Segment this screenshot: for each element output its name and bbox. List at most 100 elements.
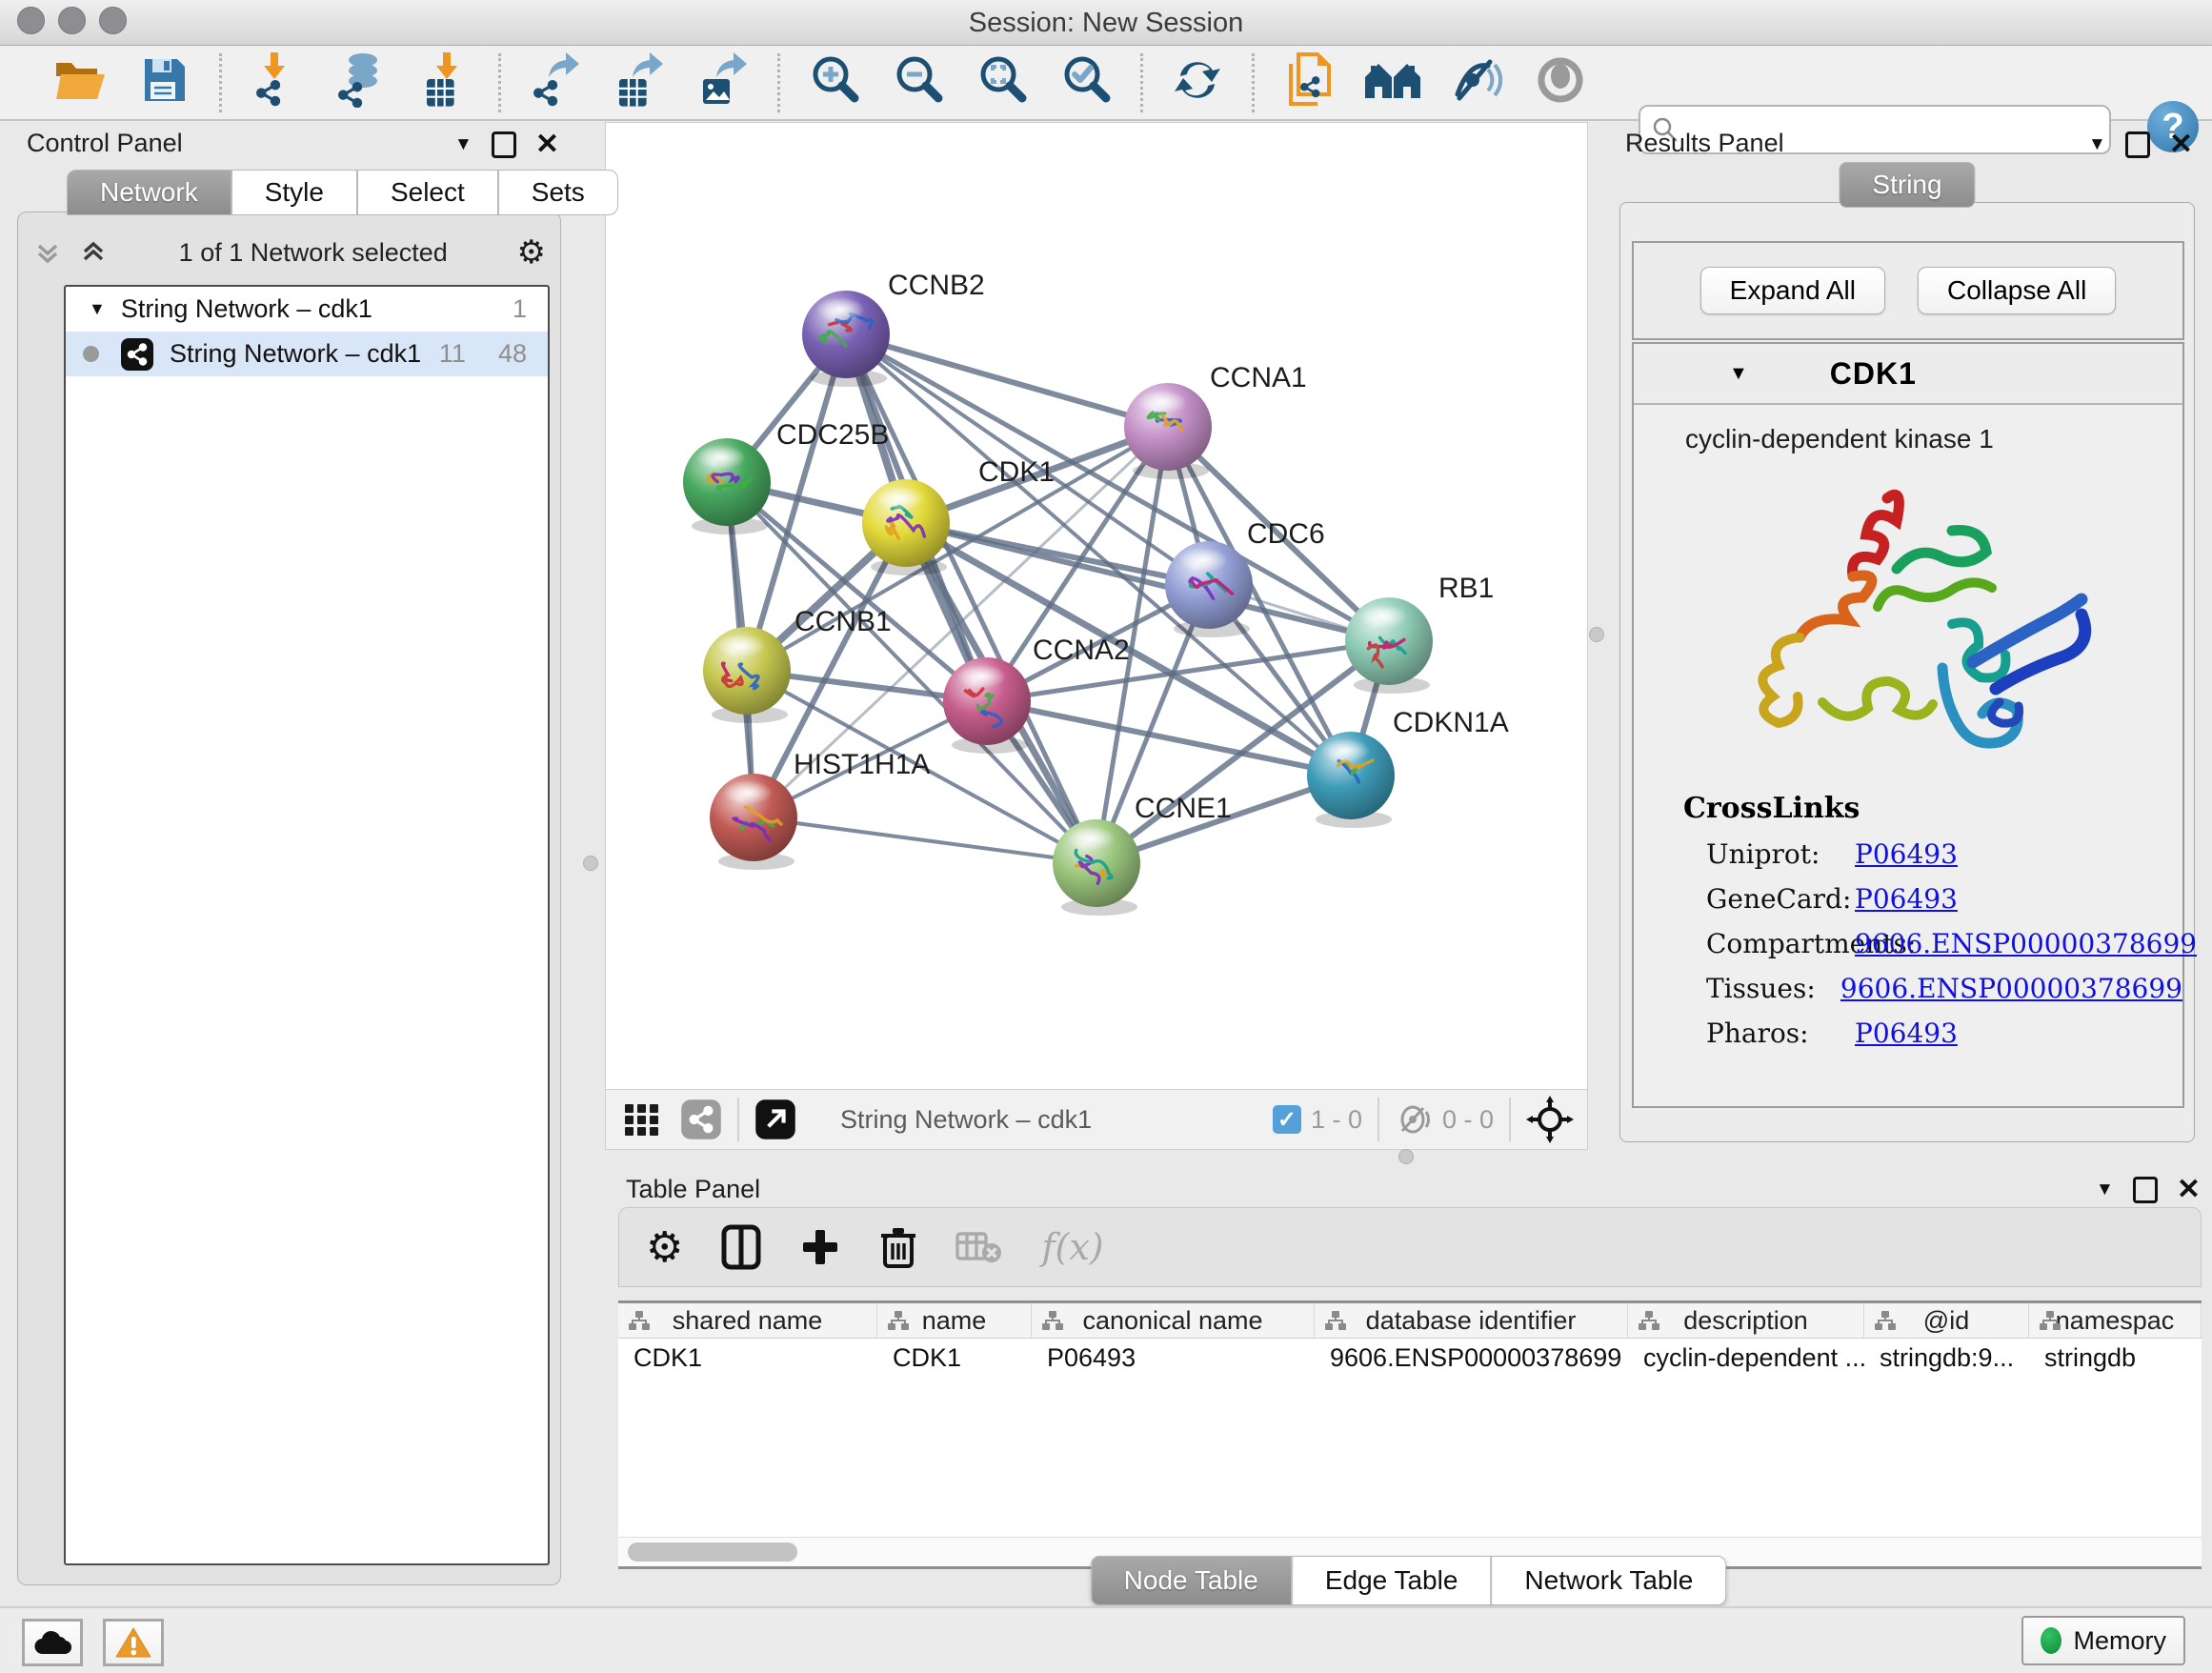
tab-sets[interactable]: Sets <box>498 170 618 215</box>
zoom-fit-button[interactable] <box>973 53 1032 112</box>
edge-CCNB2-CCNA1[interactable] <box>846 334 1168 427</box>
crosslink-link[interactable]: P06493 <box>1855 838 1958 870</box>
column-header--id[interactable]: @id <box>1864 1303 2029 1338</box>
network-options-gear-icon[interactable]: ⚙ <box>517 233 546 272</box>
column-header-canonical-name[interactable]: canonical name <box>1032 1303 1315 1338</box>
column-header-database-identifier[interactable]: database identifier <box>1315 1303 1628 1338</box>
column-label: name <box>922 1306 987 1336</box>
add-column-plus-icon[interactable] <box>799 1226 841 1268</box>
export-image-button[interactable] <box>694 53 753 112</box>
network-node-CDC25B[interactable]: CDC25B <box>683 419 889 534</box>
expand-all-button[interactable]: Expand All <box>1700 267 1885 314</box>
right-splitter-handle[interactable] <box>1589 627 1604 642</box>
column-header-name[interactable]: name <box>877 1303 1032 1338</box>
share-file-button[interactable] <box>1279 53 1338 112</box>
results-panel-close-icon[interactable]: ✕ <box>2169 134 2193 155</box>
zoom-selected-button[interactable] <box>1056 53 1116 112</box>
open-session-button[interactable] <box>51 53 111 112</box>
node-label-RB1: RB1 <box>1438 573 1494 604</box>
table-panel-collapse-icon[interactable]: ▼ <box>2096 1179 2114 1200</box>
crosslink-link[interactable]: P06493 <box>1855 883 1958 915</box>
scrollbar-thumb[interactable] <box>628 1542 797 1562</box>
table-cell[interactable]: P06493 <box>1032 1343 1315 1373</box>
collection-expand-icon[interactable]: ▼ <box>89 299 106 319</box>
control-panel-float-icon[interactable] <box>492 131 516 158</box>
collapse-all-button[interactable]: Collapse All <box>1918 267 2116 314</box>
network-node-CDKN1A[interactable]: CDKN1A <box>1307 707 1509 828</box>
network-share-view-icon[interactable] <box>680 1099 722 1140</box>
results-panel-collapse-icon[interactable]: ▼ <box>2088 134 2106 155</box>
table-cell[interactable]: stringdb <box>2029 1343 2202 1373</box>
open-in-window-icon[interactable] <box>754 1099 796 1140</box>
table-settings-gear-icon[interactable]: ⚙ <box>646 1223 683 1272</box>
table-cell[interactable]: CDK1 <box>618 1343 877 1373</box>
edge-CCNB2-CCNE1[interactable] <box>846 334 1096 863</box>
zoom-in-button[interactable] <box>805 53 864 112</box>
crosslink-link[interactable]: 9606.ENSP00000378699 <box>1855 928 2197 959</box>
table-cell[interactable]: cyclin-dependent ... <box>1628 1343 1864 1373</box>
column-label: description <box>1683 1306 1808 1336</box>
network-node-CCNE1[interactable]: CCNE1 <box>1053 793 1232 916</box>
show-columns-icon[interactable] <box>721 1224 761 1270</box>
refresh-view-button[interactable] <box>1168 53 1227 112</box>
network-canvas[interactable]: CCNB2CCNA1CDC25BCDK1CDC6RB1CCNB1CCNA2CDK… <box>605 122 1588 1091</box>
crosshair-icon[interactable] <box>1526 1096 1574 1143</box>
selected-checkbox-icon[interactable]: ✓ <box>1273 1105 1301 1134</box>
node-table[interactable]: shared name name canonical namedatabase id… <box>618 1300 2202 1540</box>
results-panel-float-icon[interactable] <box>2125 131 2150 158</box>
network-row[interactable]: String Network – cdk1 11 48 <box>66 332 548 376</box>
crosslink-link[interactable]: P06493 <box>1855 1018 1958 1049</box>
appearance-button[interactable] <box>1531 53 1590 112</box>
column-header-shared-name[interactable]: shared name <box>618 1303 877 1338</box>
hide-panel-button[interactable] <box>1447 53 1506 112</box>
crosslink-label: GeneCard: <box>1706 883 1851 915</box>
network-node-CCNB1[interactable]: CCNB1 <box>703 606 892 723</box>
table-cell[interactable]: 9606.ENSP00000378699 <box>1315 1343 1628 1373</box>
network-node-RB1[interactable]: RB1 <box>1345 573 1494 694</box>
tab-node-table[interactable]: Node Table <box>1091 1556 1292 1605</box>
home-panel-button[interactable] <box>1363 53 1422 112</box>
zoom-out-icon <box>892 53 945 111</box>
delete-column-trash-icon[interactable] <box>879 1224 917 1270</box>
table-panel-close-icon[interactable]: ✕ <box>2177 1179 2201 1200</box>
tab-network-table[interactable]: Network Table <box>1491 1556 1726 1605</box>
crosslink-link[interactable]: 9606.ENSP00000378699 <box>1840 973 2182 1004</box>
grid-view-icon[interactable] <box>621 1099 663 1140</box>
import-network-button[interactable] <box>247 53 306 112</box>
import-database-button[interactable] <box>331 53 390 112</box>
tab-edge-table[interactable]: Edge Table <box>1292 1556 1492 1605</box>
export-table-button[interactable] <box>610 53 669 112</box>
left-splitter-handle[interactable] <box>583 856 598 871</box>
gene-result-card: ▼ CDK1 cyclin-dependent kinase 1 <box>1632 342 2184 1108</box>
tab-style[interactable]: Style <box>231 170 357 215</box>
bottom-splitter-handle[interactable] <box>1398 1149 1414 1164</box>
import-table-button[interactable] <box>414 53 473 112</box>
node-label-CCNA1: CCNA1 <box>1210 362 1307 393</box>
edge-HIST1H1A-CCNE1[interactable] <box>754 817 1096 863</box>
network-node-HIST1H1A[interactable]: HIST1H1A <box>710 749 930 870</box>
table-panel-float-icon[interactable] <box>2133 1177 2158 1203</box>
network-collection-row[interactable]: ▼ String Network – cdk1 1 <box>66 287 548 332</box>
control-panel-close-icon[interactable]: ✕ <box>535 134 559 155</box>
column-header-namespac[interactable]: namespac <box>2029 1303 2202 1338</box>
collapse-all-icon[interactable] <box>31 236 64 269</box>
node-count: 11 <box>439 339 466 369</box>
tab-network[interactable]: Network <box>67 170 231 215</box>
expand-all-icon[interactable] <box>77 236 110 269</box>
gene-header[interactable]: ▼ CDK1 <box>1634 344 2182 405</box>
gene-expand-icon[interactable]: ▼ <box>1729 363 1748 385</box>
column-header-description[interactable]: description <box>1628 1303 1864 1338</box>
export-network-button[interactable] <box>526 53 585 112</box>
table-row[interactable]: CDK1CDK1P064939606.ENSP00000378699cyclin… <box>618 1339 2202 1377</box>
memory-button[interactable]: Memory <box>2021 1616 2185 1665</box>
tab-string[interactable]: String <box>1839 162 1975 208</box>
warning-status-button[interactable] <box>103 1619 164 1666</box>
save-session-button[interactable] <box>135 53 194 112</box>
network-node-CCNA1[interactable]: CCNA1 <box>1124 362 1307 479</box>
tab-select[interactable]: Select <box>357 170 498 215</box>
cloud-status-button[interactable] <box>22 1619 83 1666</box>
control-panel-collapse-icon[interactable]: ▼ <box>454 134 473 155</box>
table-cell[interactable]: CDK1 <box>877 1343 1032 1373</box>
zoom-out-button[interactable] <box>889 53 948 112</box>
table-cell[interactable]: stringdb:9... <box>1864 1343 2029 1373</box>
